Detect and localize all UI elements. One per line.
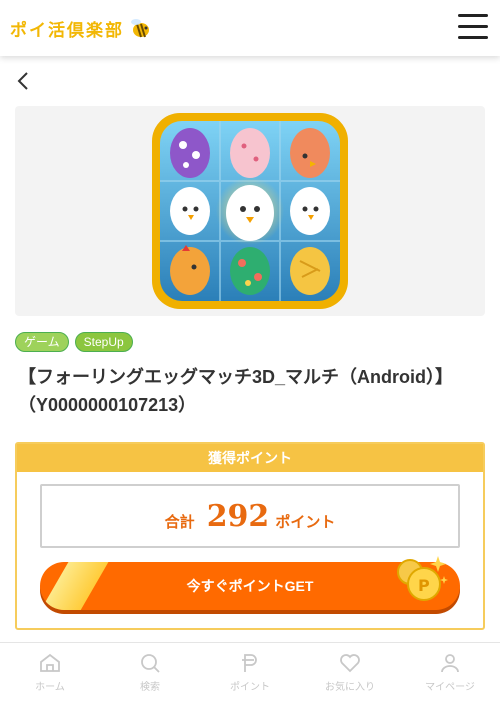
tab-mypage[interactable]: マイページ	[400, 643, 500, 701]
chevron-left-icon[interactable]	[14, 70, 34, 92]
egg-game-app-icon	[152, 113, 348, 309]
logo-text: ポイ活倶楽部	[10, 20, 124, 41]
tab-search[interactable]: 検索	[100, 643, 200, 701]
offer-title: 【フォーリングエッグマッチ3D_マルチ（Android）】（Y000000010…	[18, 367, 454, 415]
bottom-tabbar: ホーム 検索 ポイント お気に入り マイページ	[0, 642, 500, 701]
tab-home[interactable]: ホーム	[0, 643, 100, 701]
coins-icon: P	[397, 556, 448, 601]
heart-icon	[340, 654, 360, 673]
tag-stepup[interactable]: StepUp	[74, 332, 133, 352]
point-icon	[242, 654, 257, 672]
total-value: 292	[206, 498, 270, 534]
tab-favorites[interactable]: お気に入り	[300, 643, 400, 701]
button-stripe	[40, 562, 112, 610]
search-icon	[141, 654, 160, 673]
tag-game[interactable]: ゲーム	[15, 332, 69, 352]
tab-search-label: 検索	[140, 682, 160, 693]
points-total: 合計 292 ポイント	[40, 484, 460, 548]
hamburger-icon[interactable]	[458, 14, 488, 40]
tab-favorites-label: お気に入り	[325, 682, 375, 693]
offer-tags: ゲーム StepUp	[15, 332, 133, 352]
user-icon	[441, 654, 459, 673]
header: ポイ活倶楽部	[0, 0, 500, 56]
points-header: 獲得ポイント	[17, 444, 483, 472]
tab-point-label: ポイント	[230, 682, 270, 693]
site-logo[interactable]: ポイ活倶楽部	[10, 14, 152, 42]
bee-icon	[131, 19, 149, 38]
total-unit: ポイント	[275, 513, 336, 531]
svg-text:P: P	[418, 576, 430, 595]
tab-home-label: ホーム	[35, 682, 65, 693]
get-points-label: 今すぐポイントGET	[186, 578, 314, 594]
total-label: 合計	[164, 513, 195, 531]
home-icon	[40, 653, 60, 672]
tab-mypage-label: マイページ	[425, 682, 475, 693]
tab-point[interactable]: ポイント	[200, 643, 300, 701]
